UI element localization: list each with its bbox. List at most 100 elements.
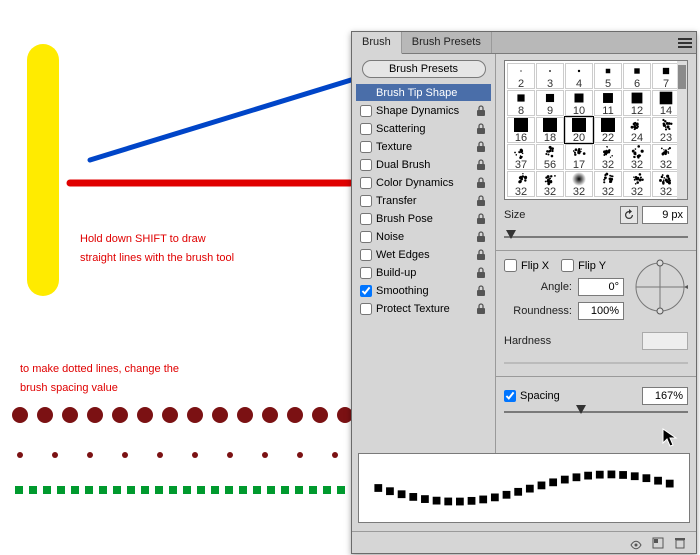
option-label: Smoothing — [376, 285, 475, 297]
brush-presets-button[interactable]: Brush Presets — [362, 60, 486, 78]
option-protect-texture[interactable]: Protect Texture — [356, 300, 491, 317]
angle-dial[interactable] — [632, 259, 688, 315]
option-checkbox[interactable] — [360, 195, 372, 207]
roundness-input[interactable] — [578, 302, 624, 320]
brush-thumb-32[interactable]: 32 — [594, 171, 622, 197]
annotation-spacing: to make dotted lines, change the brush s… — [20, 358, 179, 396]
brush-thumb-32[interactable]: 32 — [594, 144, 622, 170]
option-scattering[interactable]: Scattering — [356, 120, 491, 137]
spacing-checkbox[interactable] — [504, 390, 516, 402]
option-checkbox[interactable] — [360, 213, 372, 225]
lock-icon[interactable] — [475, 177, 487, 189]
lock-icon[interactable] — [475, 141, 487, 153]
angle-input[interactable] — [578, 278, 624, 296]
option-label: Scattering — [376, 123, 475, 135]
brush-thumb-14[interactable]: 14 — [652, 90, 680, 116]
option-checkbox[interactable] — [360, 231, 372, 243]
brush-thumb-32[interactable]: 32 — [623, 171, 651, 197]
reset-size-icon[interactable] — [620, 206, 638, 224]
option-checkbox[interactable] — [360, 303, 372, 315]
brush-thumb-2[interactable]: 2 — [507, 63, 535, 89]
brush-thumb-32[interactable]: 32 — [565, 171, 593, 197]
brush-thumb-8[interactable]: 8 — [507, 90, 535, 116]
lock-icon[interactable] — [475, 231, 487, 243]
brush-thumb-23[interactable]: 23 — [652, 117, 680, 143]
option-noise[interactable]: Noise — [356, 228, 491, 245]
toggle-preview-icon[interactable] — [628, 535, 644, 551]
brush-thumb-32[interactable]: 32 — [507, 171, 535, 197]
brush-thumb-11[interactable]: 11 — [594, 90, 622, 116]
option-checkbox[interactable] — [360, 141, 372, 153]
angle-label: Angle: — [504, 281, 572, 293]
spacing-input[interactable] — [642, 387, 688, 405]
brush-thumb-5[interactable]: 5 — [594, 63, 622, 89]
option-checkbox[interactable] — [360, 267, 372, 279]
thumbnail-scrollbar[interactable] — [677, 61, 687, 199]
brush-thumb-56[interactable]: 56 — [536, 144, 564, 170]
brush-thumb-18[interactable]: 18 — [536, 117, 564, 143]
new-brush-icon[interactable] — [650, 535, 666, 551]
option-checkbox[interactable] — [360, 177, 372, 189]
brush-thumb-20[interactable]: 20 — [565, 117, 593, 143]
brush-thumb-7[interactable]: 7 — [652, 63, 680, 89]
tab-brush[interactable]: Brush — [352, 32, 402, 54]
brush-thumb-32[interactable]: 32 — [623, 144, 651, 170]
trash-icon[interactable] — [672, 535, 688, 551]
brush-thumb-37[interactable]: 37 — [507, 144, 535, 170]
lock-icon[interactable] — [475, 213, 487, 225]
flipy-checkbox[interactable]: Flip Y — [561, 259, 606, 272]
brush-thumbnail-grid[interactable]: 2345678910111214161820222423375617323232… — [504, 60, 688, 200]
option-label: Brush Tip Shape — [376, 87, 487, 99]
option-label: Texture — [376, 141, 475, 153]
option-smoothing[interactable]: Smoothing — [356, 282, 491, 299]
lock-icon[interactable] — [475, 159, 487, 171]
lock-icon[interactable] — [475, 303, 487, 315]
option-label: Noise — [376, 231, 475, 243]
lock-icon[interactable] — [475, 249, 487, 261]
option-checkbox[interactable] — [360, 123, 372, 135]
spacing-label: Spacing — [520, 390, 642, 402]
option-color-dynamics[interactable]: Color Dynamics — [356, 174, 491, 191]
brush-thumb-22[interactable]: 22 — [594, 117, 622, 143]
option-label: Wet Edges — [376, 249, 475, 261]
size-slider[interactable] — [504, 230, 688, 244]
option-checkbox[interactable] — [360, 105, 372, 117]
brush-thumb-6[interactable]: 6 — [623, 63, 651, 89]
option-wet-edges[interactable]: Wet Edges — [356, 246, 491, 263]
option-shape-dynamics[interactable]: Shape Dynamics — [356, 102, 491, 119]
brush-thumb-32[interactable]: 32 — [652, 144, 680, 170]
option-dual-brush[interactable]: Dual Brush — [356, 156, 491, 173]
brush-thumb-16[interactable]: 16 — [507, 117, 535, 143]
option-texture[interactable]: Texture — [356, 138, 491, 155]
option-transfer[interactable]: Transfer — [356, 192, 491, 209]
flipx-checkbox[interactable]: Flip X — [504, 259, 549, 272]
option-brush-pose[interactable]: Brush Pose — [356, 210, 491, 227]
brush-option-list: Brush Presets Brush Tip Shape Shape Dynam… — [352, 54, 496, 464]
option-checkbox[interactable] — [360, 285, 372, 297]
option-brush-tip-shape[interactable]: Brush Tip Shape — [356, 84, 491, 101]
spacing-slider[interactable] — [504, 405, 688, 419]
lock-icon[interactable] — [475, 105, 487, 117]
brush-thumb-32[interactable]: 32 — [536, 171, 564, 197]
lock-icon[interactable] — [475, 123, 487, 135]
lock-icon[interactable] — [475, 267, 487, 279]
lock-icon[interactable] — [475, 285, 487, 297]
flyout-menu-icon[interactable] — [674, 32, 696, 53]
panel-footer — [352, 531, 696, 553]
lock-icon[interactable] — [475, 195, 487, 207]
brush-thumb-4[interactable]: 4 — [565, 63, 593, 89]
tab-brush-presets[interactable]: Brush Presets — [402, 32, 492, 53]
brush-thumb-17[interactable]: 17 — [565, 144, 593, 170]
brush-thumb-3[interactable]: 3 — [536, 63, 564, 89]
brush-thumb-24[interactable]: 24 — [623, 117, 651, 143]
option-checkbox[interactable] — [360, 159, 372, 171]
brush-thumb-12[interactable]: 12 — [623, 90, 651, 116]
brush-thumb-10[interactable]: 10 — [565, 90, 593, 116]
size-input[interactable] — [642, 206, 688, 224]
brush-thumb-32[interactable]: 32 — [652, 171, 680, 197]
brush-thumb-9[interactable]: 9 — [536, 90, 564, 116]
option-checkbox[interactable] — [360, 249, 372, 261]
panel-tabbar: Brush Brush Presets — [352, 32, 696, 54]
option-label: Dual Brush — [376, 159, 475, 171]
option-build-up[interactable]: Build-up — [356, 264, 491, 281]
